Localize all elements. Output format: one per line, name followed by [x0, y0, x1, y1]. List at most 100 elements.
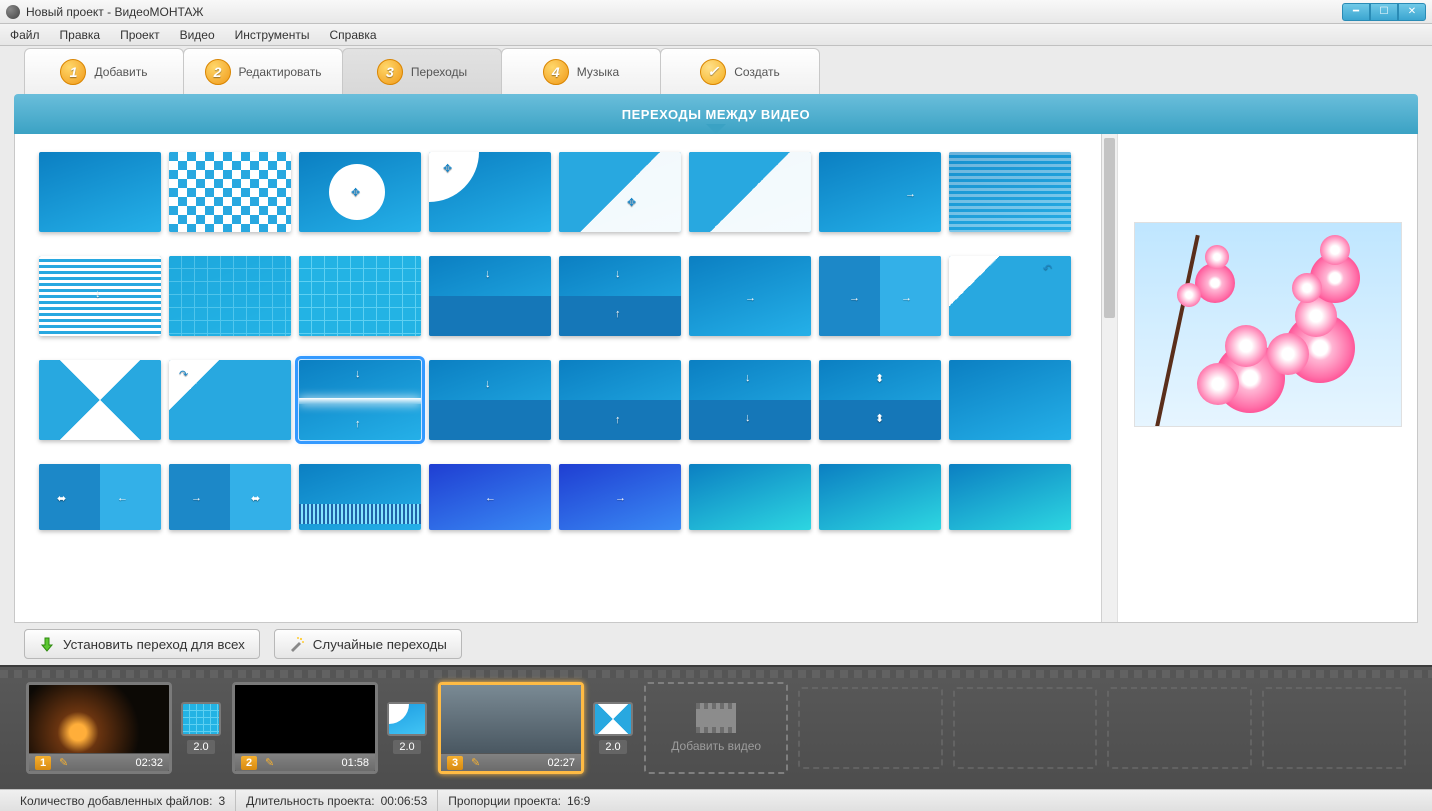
apply-all-button[interactable]: Установить переход для всех	[24, 629, 260, 659]
transition-thumb[interactable]: ⬌←	[39, 464, 161, 530]
timeline-clip-active[interactable]: 3 ✎ 02:27	[438, 682, 584, 774]
transition-thumb[interactable]	[689, 152, 811, 232]
clip-duration: 02:27	[547, 757, 575, 769]
step-tabs: 1 Добавить 2 Редактировать 3 Переходы 4 …	[0, 46, 1432, 94]
transition-thumb[interactable]: →	[559, 464, 681, 530]
clip-index: 3	[447, 756, 463, 770]
transition-chip[interactable]: 2.0	[592, 702, 634, 754]
timeline-clip[interactable]: 1 ✎ 02:32	[26, 682, 172, 774]
wand-icon	[289, 636, 305, 652]
edit-icon: ✎	[265, 756, 274, 769]
transition-thumb[interactable]: ←	[429, 464, 551, 530]
add-video-button[interactable]: Добавить видео	[644, 682, 788, 774]
preview-image	[1134, 222, 1402, 427]
close-button[interactable]: ✕	[1398, 3, 1426, 21]
transition-thumb[interactable]: →→	[819, 256, 941, 336]
timeline-placeholder	[1107, 687, 1251, 769]
menubar: Файл Правка Проект Видео Инструменты Спр…	[0, 24, 1432, 46]
step-label: Добавить	[94, 65, 147, 79]
statusbar: Количество добавленных файлов: 3 Длитель…	[0, 789, 1432, 811]
step-number-icon: 1	[60, 59, 86, 85]
menu-project[interactable]: Проект	[116, 26, 164, 44]
transition-thumb[interactable]	[169, 256, 291, 336]
transition-thumb[interactable]: ↓	[429, 256, 551, 336]
menu-video[interactable]: Видео	[176, 26, 219, 44]
transition-thumb[interactable]	[299, 256, 421, 336]
transition-thumb[interactable]: ↓↓	[689, 360, 811, 440]
random-button[interactable]: Случайные переходы	[274, 629, 462, 659]
clip-index: 1	[35, 756, 51, 770]
timeline-placeholder	[953, 687, 1097, 769]
maximize-button[interactable]: ☐	[1370, 3, 1398, 21]
transition-thumb[interactable]	[169, 152, 291, 232]
preview-pane	[1117, 134, 1417, 622]
menu-file[interactable]: Файл	[6, 26, 44, 44]
clip-index: 2	[241, 756, 257, 770]
apply-icon	[39, 636, 55, 652]
button-label: Установить переход для всех	[63, 637, 245, 652]
timeline-placeholder	[798, 687, 942, 769]
transition-thumb[interactable]: ↶	[949, 256, 1071, 336]
step-number-icon: 2	[205, 59, 231, 85]
menu-edit[interactable]: Правка	[56, 26, 105, 44]
button-label: Случайные переходы	[313, 637, 447, 652]
transition-thumb[interactable]: ↷	[169, 360, 291, 440]
transition-thumb[interactable]	[299, 464, 421, 530]
transition-thumb[interactable]	[39, 152, 161, 232]
menu-help[interactable]: Справка	[325, 26, 380, 44]
app-icon	[6, 5, 20, 19]
transition-thumb[interactable]: ↑	[559, 360, 681, 440]
timeline: 1 ✎ 02:32 2.0 2 ✎ 01:58 2.0	[0, 665, 1432, 789]
edit-icon: ✎	[59, 756, 68, 769]
step-label: Музыка	[577, 65, 619, 79]
status-duration: Длительность проекта: 00:06:53	[236, 790, 438, 811]
transition-thumb[interactable]	[949, 464, 1071, 530]
tab-edit[interactable]: 2 Редактировать	[183, 48, 343, 94]
step-check-icon: ✓	[700, 59, 726, 85]
menu-tools[interactable]: Инструменты	[231, 26, 314, 44]
transition-duration: 2.0	[187, 740, 214, 754]
transition-thumb[interactable]: ✥	[429, 152, 551, 232]
transition-duration: 2.0	[599, 740, 626, 754]
add-video-label: Добавить видео	[671, 739, 761, 753]
transition-thumb[interactable]	[819, 464, 941, 530]
edit-icon: ✎	[471, 756, 480, 769]
tab-create[interactable]: ✓ Создать	[660, 48, 820, 94]
transition-chip[interactable]: 2.0	[180, 702, 222, 754]
transition-thumb[interactable]: ⬍⬍	[819, 360, 941, 440]
transition-thumb[interactable]: ↓	[39, 256, 161, 336]
transition-thumb[interactable]: ↓↑	[559, 256, 681, 336]
step-label: Создать	[734, 65, 780, 79]
transition-thumb[interactable]: ✥	[299, 152, 421, 232]
transition-thumb[interactable]: ↓	[429, 360, 551, 440]
transition-duration: 2.0	[393, 740, 420, 754]
clip-duration: 02:32	[135, 757, 163, 769]
scrollbar-thumb[interactable]	[1104, 138, 1115, 318]
tab-add[interactable]: 1 Добавить	[24, 48, 184, 94]
transition-thumb[interactable]: →	[689, 256, 811, 336]
timeline-clip[interactable]: 2 ✎ 01:58	[232, 682, 378, 774]
film-icon	[696, 703, 736, 733]
transition-thumb[interactable]	[39, 360, 161, 440]
step-label: Переходы	[411, 65, 467, 79]
transition-thumb[interactable]: →	[819, 152, 941, 232]
transition-thumb[interactable]	[689, 464, 811, 530]
transition-thumb[interactable]	[949, 152, 1071, 232]
tab-transitions[interactable]: 3 Переходы	[342, 48, 502, 94]
transition-chip[interactable]: 2.0	[386, 702, 428, 754]
step-number-icon: 3	[377, 59, 403, 85]
transition-thumb-selected[interactable]: ↓↑	[299, 360, 421, 440]
timeline-placeholder	[1262, 687, 1406, 769]
step-number-icon: 4	[543, 59, 569, 85]
clip-duration: 01:58	[341, 757, 369, 769]
section-title: ПЕРЕХОДЫ МЕЖДУ ВИДЕО	[622, 107, 810, 122]
transition-thumb[interactable]	[949, 360, 1071, 440]
minimize-button[interactable]: ━	[1342, 3, 1370, 21]
gallery-scrollbar[interactable]	[1101, 134, 1117, 622]
titlebar: Новый проект - ВидеоМОНТАЖ ━ ☐ ✕	[0, 0, 1432, 24]
transition-thumb[interactable]: →⬌	[169, 464, 291, 530]
tab-music[interactable]: 4 Музыка	[501, 48, 661, 94]
transitions-gallery: ✥ ✥ ✥ → ↓ ↓ ↓↑ → →→ ↶ ↷ ↓↑ ↓ ↑ ↓↓ ⬍⬍ ⬌←	[15, 134, 1101, 622]
section-header: ПЕРЕХОДЫ МЕЖДУ ВИДЕО	[14, 94, 1418, 134]
transition-thumb[interactable]: ✥	[559, 152, 681, 232]
